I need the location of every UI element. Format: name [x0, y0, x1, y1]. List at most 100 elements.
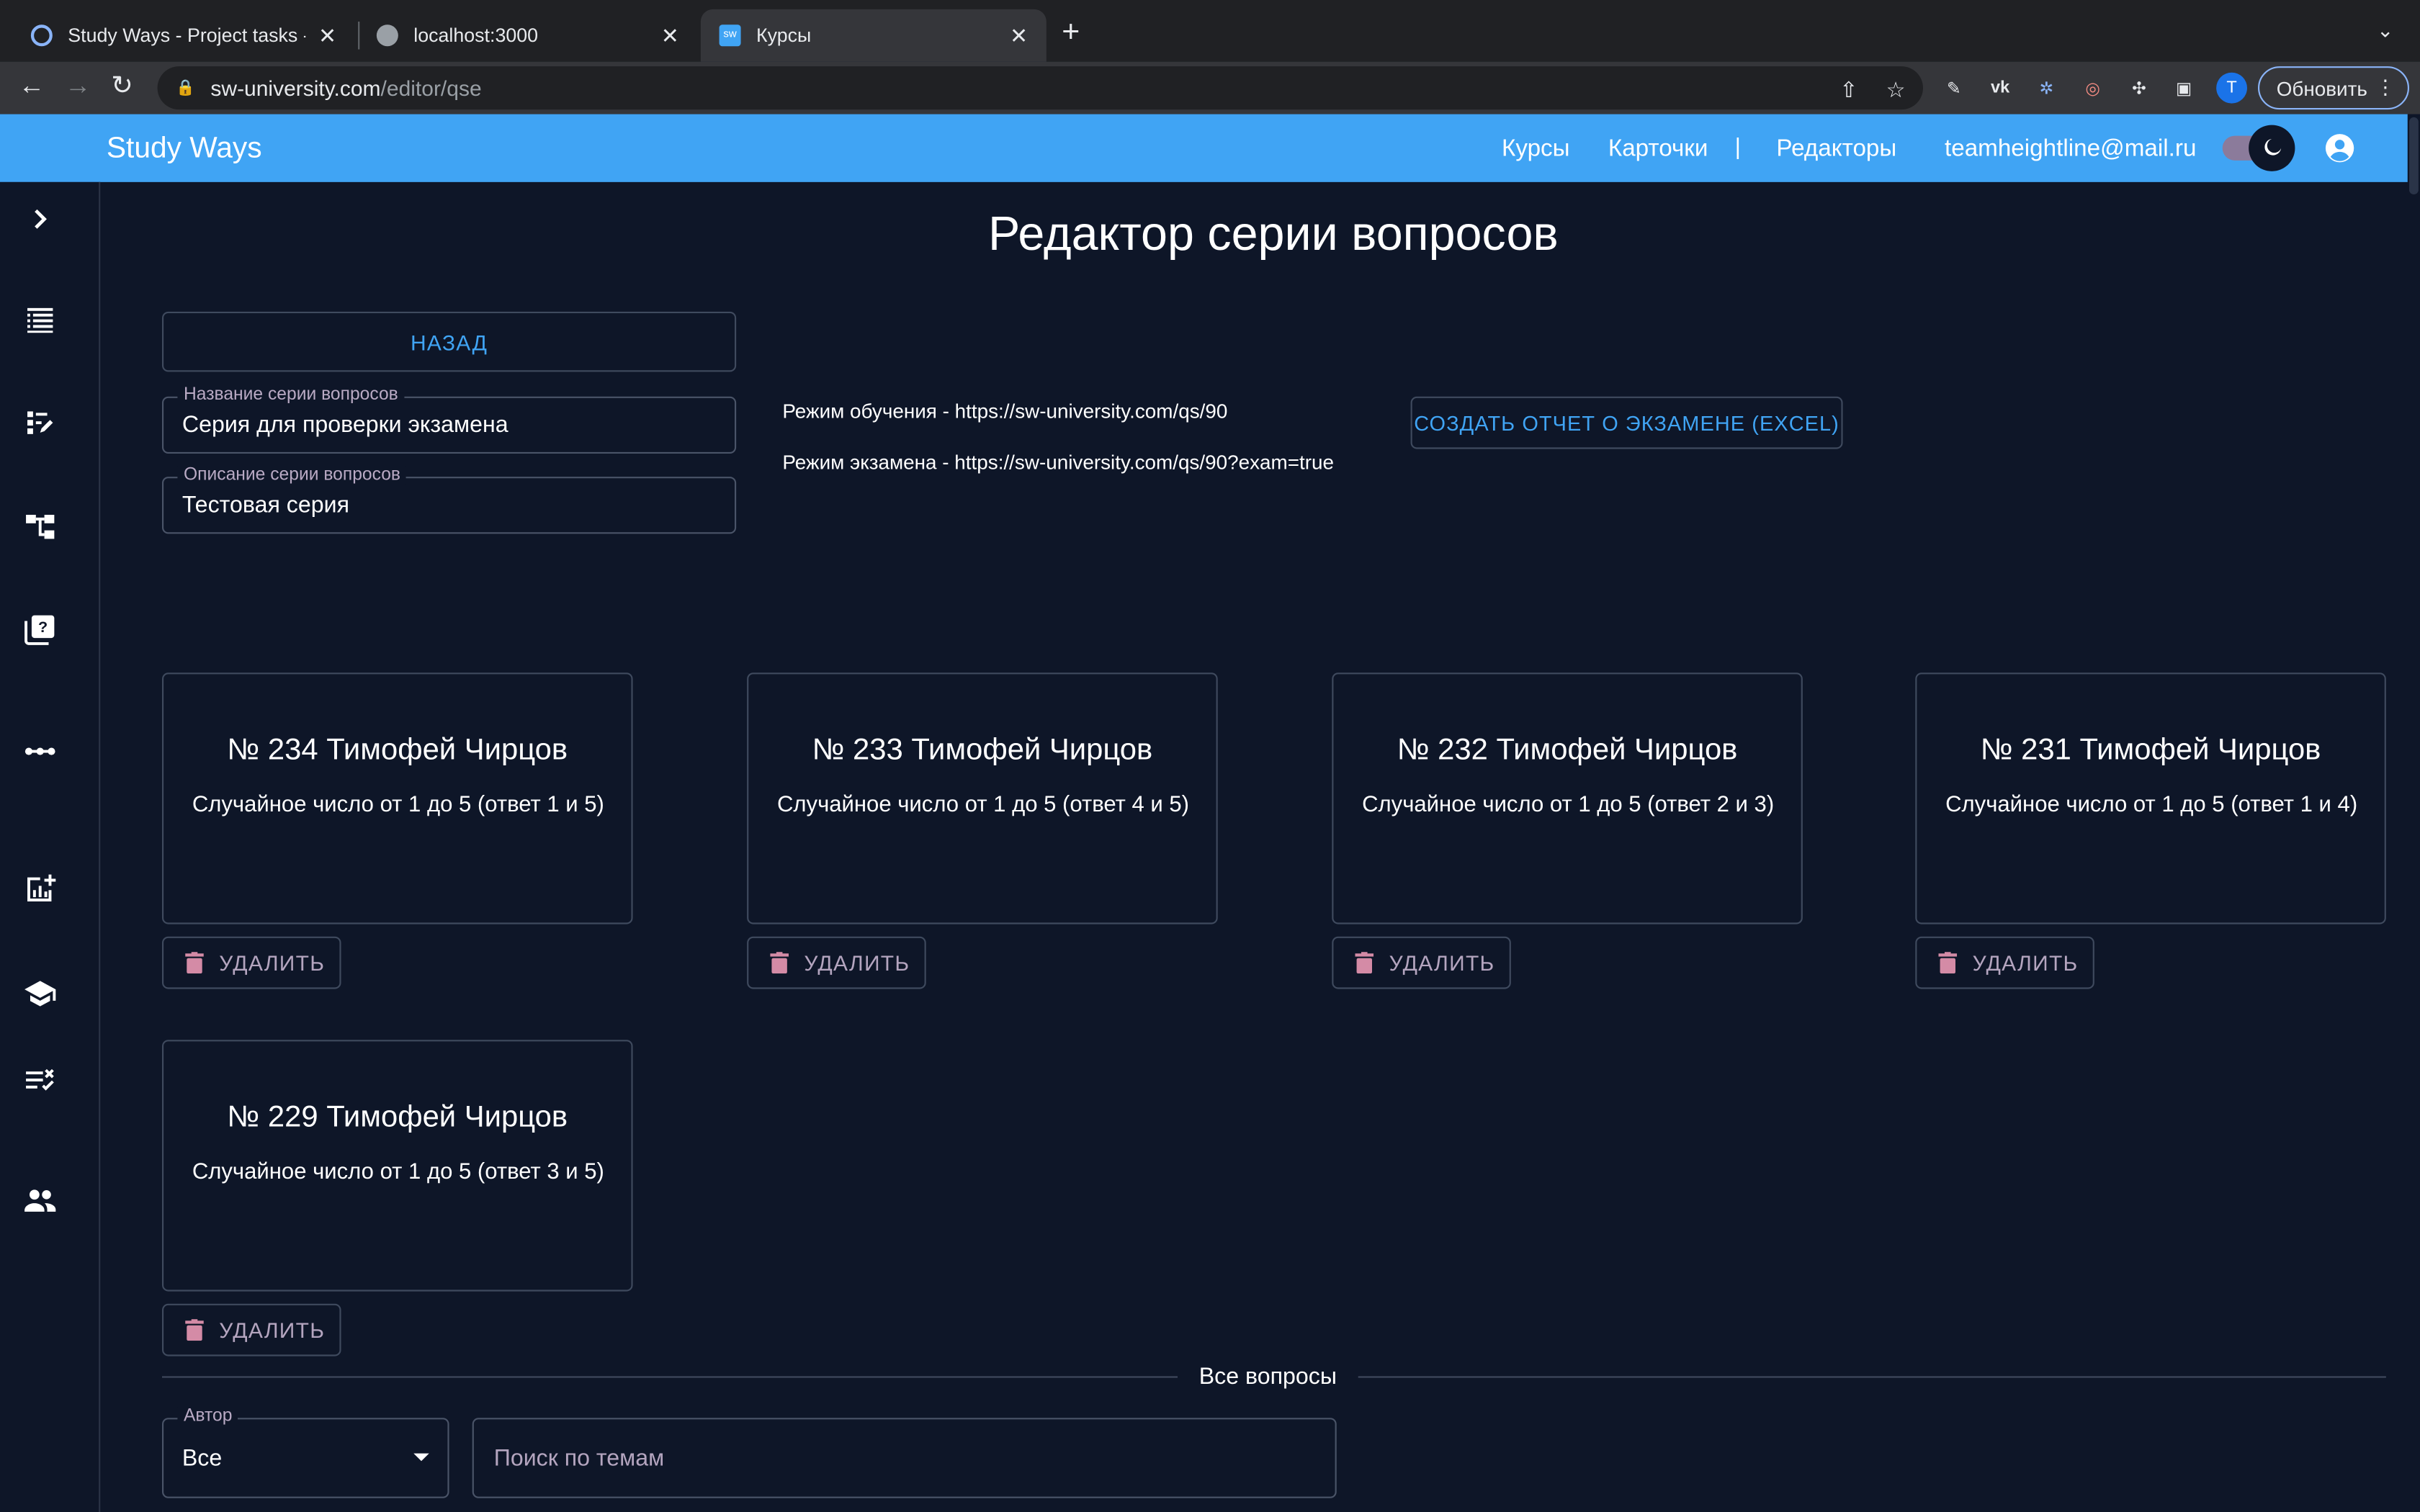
question-title: № 232 Тимофей Чирцов: [1397, 732, 1738, 767]
delete-label: УДАЛИТЬ: [804, 950, 910, 976]
create-exam-report-button[interactable]: СОЗДАТЬ ОТЧЕТ О ЭКЗАМЕНЕ (EXCEL): [1410, 396, 1843, 449]
edit-note-icon[interactable]: [23, 406, 57, 440]
update-label: Обновить: [2276, 76, 2367, 100]
close-icon[interactable]: ✕: [318, 22, 336, 48]
tab-search-chevron-icon[interactable]: ⌄: [2377, 19, 2393, 43]
atom-extension-icon[interactable]: ✲: [2034, 76, 2058, 100]
globe-icon: [376, 24, 398, 47]
page-scrollbar[interactable]: [2407, 114, 2420, 1512]
account-tree-icon[interactable]: [23, 509, 57, 543]
quiz-icon[interactable]: ?: [23, 613, 57, 647]
question-description: Случайное число от 1 до 5 (ответ 2 и 3): [1362, 793, 1775, 818]
question-card[interactable]: № 233 Тимофей Чирцов Случайное число от …: [747, 672, 1218, 924]
question-description: Случайное число от 1 до 5 (ответ 4 и 5): [776, 793, 1190, 818]
delete-question-button[interactable]: УДАЛИТЬ: [162, 1303, 341, 1356]
caret-down-icon: [413, 1453, 429, 1462]
series-name-value[interactable]: Серия для проверки экзамена: [182, 412, 508, 438]
add-chart-icon[interactable]: [23, 872, 57, 906]
nav-separator: |: [1734, 134, 1741, 161]
side-panel-icon[interactable]: ▣: [2172, 76, 2196, 100]
screen: Study Ways - Project tasks - W ✕ localho…: [0, 0, 2420, 1512]
divider-line: [1358, 1376, 2386, 1378]
series-name-field[interactable]: Название серии вопросов Серия для провер…: [162, 385, 737, 454]
back-arrow-icon[interactable]: ←: [19, 71, 45, 102]
trash-icon: [1355, 952, 1374, 974]
learning-mode-link[interactable]: Режим обучения - https://sw-university.c…: [782, 400, 1227, 423]
profile-avatar[interactable]: T: [2216, 72, 2247, 104]
more-vert-icon[interactable]: ⋮: [2375, 76, 2396, 100]
nav-courses-link[interactable]: Курсы: [1502, 136, 1570, 164]
browser-tab-localhost[interactable]: localhost:3000 ✕: [358, 9, 697, 62]
dark-mode-toggle[interactable]: [2249, 125, 2295, 171]
browser-tab-project-tasks[interactable]: Study Ways - Project tasks - W ✕: [12, 9, 355, 62]
browser-tab-courses[interactable]: sw Курсы ✕: [700, 9, 1047, 62]
series-description-field[interactable]: Описание серии вопросов Тестовая серия: [162, 466, 737, 534]
delete-question-button[interactable]: УДАЛИТЬ: [747, 936, 926, 989]
browser-toolbar: ← → ↻ 🔒 sw-university.com/editor/qse ⇧ ☆…: [0, 61, 2420, 114]
exam-mode-link[interactable]: Режим экзамена - https://sw-university.c…: [782, 451, 1334, 474]
chevron-right-icon[interactable]: [23, 202, 57, 236]
page-scrollbar-thumb[interactable]: [2409, 117, 2419, 194]
reload-icon[interactable]: ↻: [111, 71, 133, 102]
puzzle-extensions-icon[interactable]: ✣: [2127, 76, 2151, 100]
delete-label: УДАЛИТЬ: [219, 950, 326, 976]
checklist-icon[interactable]: [23, 1063, 57, 1097]
delete-question-button[interactable]: УДАЛИТЬ: [1332, 936, 1511, 989]
question-title: № 234 Тимофей Чирцов: [227, 732, 568, 767]
author-select[interactable]: Автор Все: [162, 1407, 449, 1498]
bookmark-star-icon[interactable]: ☆: [1886, 77, 1906, 103]
dots-line-icon[interactable]: [23, 734, 57, 768]
nav-cards-link[interactable]: Карточки: [1608, 136, 1708, 164]
delete-label: УДАЛИТЬ: [1389, 950, 1495, 976]
delete-question-button[interactable]: УДАЛИТЬ: [1915, 936, 2094, 989]
lock-icon: 🔒: [176, 79, 195, 96]
trash-icon: [185, 1319, 204, 1341]
question-card[interactable]: № 231 Тимофей Чирцов Случайное число от …: [1915, 672, 2386, 924]
update-browser-button[interactable]: Обновить ⋮: [2258, 66, 2409, 110]
url-host: sw-university.com: [210, 76, 381, 101]
owl-extension-icon[interactable]: ◎: [2081, 76, 2105, 100]
new-tab-plus-icon[interactable]: +: [1062, 15, 1080, 50]
question-card[interactable]: № 232 Тимофей Чирцов Случайное число от …: [1332, 672, 1803, 924]
check-circle-icon: [30, 24, 53, 47]
delete-label: УДАЛИТЬ: [1972, 950, 2079, 976]
close-icon[interactable]: ✕: [661, 22, 679, 48]
author-label: Автор: [177, 1407, 239, 1426]
vk-extension-icon[interactable]: vk: [1988, 76, 2012, 100]
series-description-value[interactable]: Тестовая серия: [182, 492, 349, 518]
main-content: Редактор серии вопросов НАЗАД Название с…: [100, 182, 2408, 1512]
share-icon[interactable]: ⇧: [1839, 77, 1857, 103]
sidebar: ?: [0, 181, 101, 1512]
app-header: Study Ways Курсы Карточки | Редакторы te…: [0, 114, 2408, 182]
question-title: № 231 Тимофей Чирцов: [1980, 732, 2321, 767]
tab-title: Курсы: [756, 24, 812, 47]
user-email-link[interactable]: teamheightline@mail.ru: [1945, 136, 2196, 164]
back-button[interactable]: НАЗАД: [162, 311, 737, 372]
sw-favicon-icon: sw: [719, 24, 741, 47]
divider-line: [162, 1376, 1178, 1378]
close-icon[interactable]: ✕: [1010, 22, 1028, 48]
pen-extension-icon[interactable]: ✎: [1942, 76, 1966, 100]
question-description: Случайное число от 1 до 5 (ответ 3 и 5): [192, 1160, 604, 1185]
question-card[interactable]: № 234 Тимофей Чирцов Случайное число от …: [162, 672, 633, 924]
delete-question-button[interactable]: УДАЛИТЬ: [162, 936, 341, 989]
brand-logo-text[interactable]: Study Ways: [107, 132, 262, 166]
question-description: Случайное число от 1 до 5 (ответ 1 и 4): [1945, 793, 2358, 818]
account-circle-icon[interactable]: [2323, 131, 2357, 165]
topic-search-input[interactable]: [472, 1418, 1337, 1498]
address-bar[interactable]: 🔒 sw-university.com/editor/qse ⇧ ☆: [157, 66, 1923, 110]
tab-title: localhost:3000: [413, 24, 539, 47]
series-name-label: Название серии вопросов: [177, 385, 405, 405]
question-title: № 229 Тимофей Чирцов: [227, 1099, 568, 1134]
people-icon[interactable]: [23, 1184, 57, 1218]
list-icon[interactable]: [23, 302, 57, 336]
nav-editors-link[interactable]: Редакторы: [1776, 136, 1896, 164]
series-description-label: Описание серии вопросов: [177, 466, 407, 485]
forward-arrow-icon[interactable]: →: [65, 71, 91, 102]
moon-icon: [2264, 138, 2282, 156]
delete-label: УДАЛИТЬ: [219, 1318, 326, 1343]
school-icon[interactable]: [23, 976, 57, 1010]
question-card[interactable]: № 229 Тимофей Чирцов Случайное число от …: [162, 1040, 633, 1292]
browser-tab-strip: Study Ways - Project tasks - W ✕ localho…: [0, 0, 2420, 62]
svg-text:?: ?: [38, 618, 48, 636]
